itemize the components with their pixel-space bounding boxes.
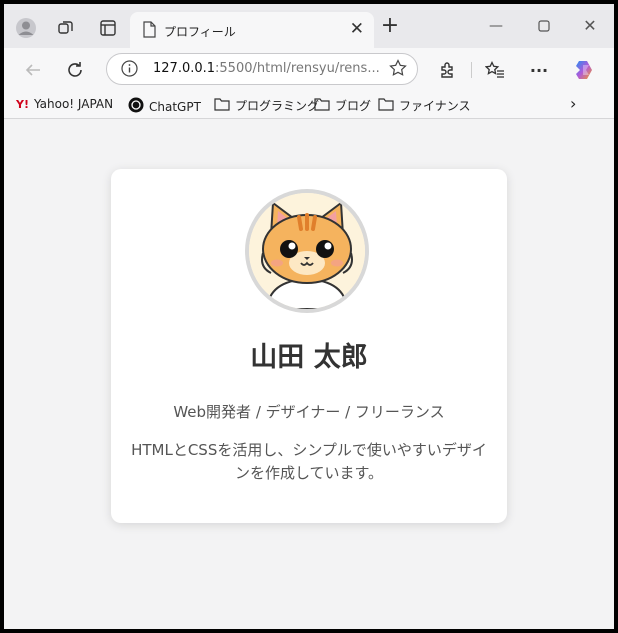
- profile-avatar-icon[interactable]: [12, 14, 40, 42]
- tab-title: プロフィール: [164, 25, 236, 39]
- bookmarks-overflow-chevron-icon[interactable]: ›: [570, 94, 576, 113]
- browser-window: プロフィール ✕ + — ✕ 127.0.0.1:5500/html/rensy…: [4, 4, 614, 629]
- bookmark-chatgpt[interactable]: ChatGPT: [128, 97, 201, 116]
- back-icon[interactable]: [20, 57, 46, 83]
- bookmark-blog[interactable]: ブログ: [314, 97, 371, 114]
- avatar: [245, 189, 369, 313]
- toolbar: 127.0.0.1:5500/html/rensyu/rens... ···: [4, 48, 614, 90]
- page-content: 山田 太郎 Web開発者 / デザイナー / フリーランス HTMLとCSSを活…: [4, 119, 614, 629]
- folder-icon: [214, 97, 235, 114]
- profile-role: Web開発者 / デザイナー / フリーランス: [173, 403, 445, 421]
- bookmark-finance[interactable]: ファイナンス: [378, 97, 471, 114]
- tab-strip: プロフィール ✕ + — ✕: [4, 4, 614, 48]
- chatgpt-icon: [128, 97, 149, 116]
- toolbar-divider: [471, 62, 472, 78]
- favorites-icon[interactable]: [482, 57, 508, 83]
- bookmarks-bar: Y! Yahoo! JAPAN ChatGPT プログラミング ブログ ファイナ…: [4, 90, 614, 119]
- folder-icon: [314, 97, 335, 114]
- copilot-icon[interactable]: [572, 57, 598, 83]
- new-tab-icon[interactable]: +: [378, 15, 402, 39]
- profile-name: 山田 太郎: [250, 342, 368, 373]
- folder-icon: [378, 97, 399, 114]
- profile-card: 山田 太郎 Web開発者 / デザイナー / フリーランス HTMLとCSSを活…: [111, 169, 507, 523]
- close-window-icon[interactable]: ✕: [580, 16, 600, 36]
- info-icon[interactable]: [121, 60, 138, 81]
- bookmark-yahoo[interactable]: Y! Yahoo! JAPAN: [16, 97, 113, 111]
- profile-bio: HTMLとCSSを活用し、シンプルで使いやすいデザインを作成しています。: [131, 441, 487, 482]
- vertical-tabs-icon[interactable]: [94, 14, 122, 42]
- address-bar[interactable]: 127.0.0.1:5500/html/rensyu/rens...: [106, 53, 418, 85]
- maximize-icon[interactable]: [534, 16, 554, 36]
- document-icon: [142, 21, 156, 42]
- tab-close-icon[interactable]: ✕: [350, 20, 364, 38]
- url-text: 127.0.0.1:5500/html/rensyu/rens...: [153, 61, 380, 76]
- favorite-star-icon[interactable]: [389, 59, 407, 81]
- more-menu-icon[interactable]: ···: [526, 57, 552, 83]
- minimize-icon[interactable]: —: [486, 16, 506, 36]
- workspaces-icon[interactable]: [52, 14, 80, 42]
- tab-profile[interactable]: プロフィール ✕: [130, 12, 374, 48]
- extensions-icon[interactable]: [434, 57, 460, 83]
- bookmark-programming[interactable]: プログラミング: [214, 97, 319, 114]
- cat-avatar-icon: [249, 193, 365, 309]
- refresh-icon[interactable]: [62, 57, 88, 83]
- yahoo-icon: Y!: [16, 97, 29, 111]
